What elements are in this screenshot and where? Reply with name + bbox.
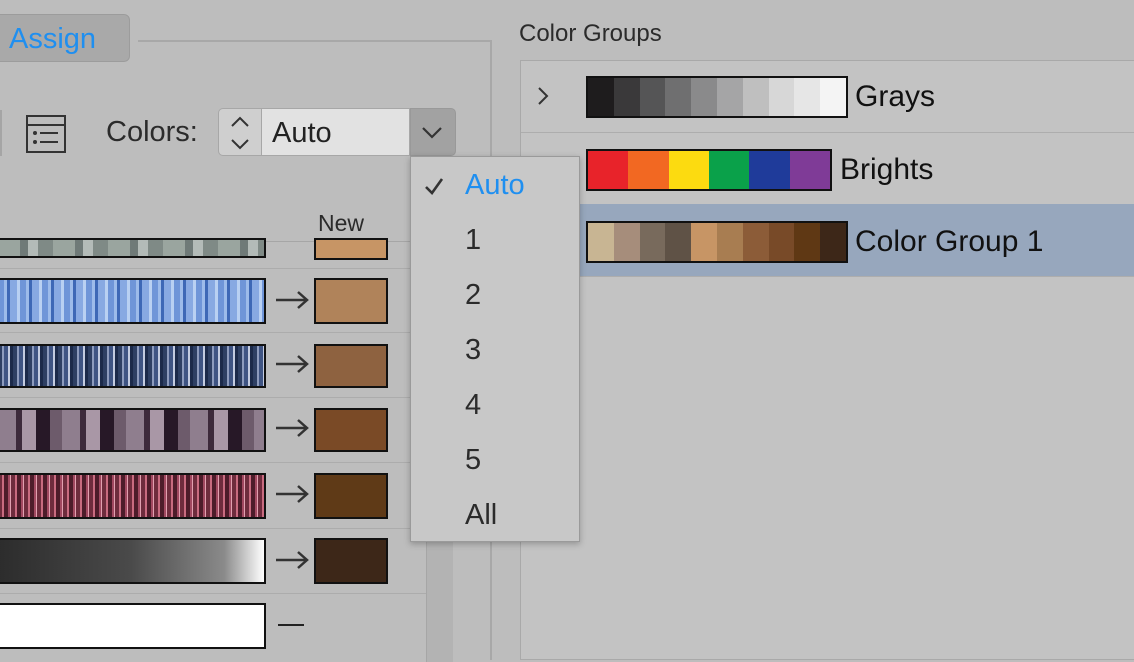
row-divider	[0, 268, 426, 269]
color-swatch[interactable]	[708, 151, 750, 189]
color-group-swatches[interactable]	[586, 76, 848, 118]
arrow-right-icon	[276, 419, 309, 437]
chevron-down-icon	[422, 127, 442, 139]
color-swatch[interactable]	[665, 78, 692, 116]
assign-tab-label: Assign	[9, 23, 97, 55]
color-groups-title: Color Groups	[519, 20, 662, 47]
color-swatch[interactable]	[716, 78, 743, 116]
current-color-bar[interactable]	[0, 603, 266, 649]
new-color-swatch[interactable]	[314, 278, 388, 324]
stepper-icon	[231, 116, 249, 150]
dropdown-option-5[interactable]: 5	[465, 444, 481, 477]
colors-select-arrow[interactable]	[410, 108, 456, 156]
checkmark-icon	[425, 178, 444, 196]
color-swatch[interactable]	[716, 223, 743, 261]
color-group-name[interactable]: Grays	[855, 80, 935, 114]
current-color-bar[interactable]	[0, 238, 266, 258]
color-swatch[interactable]	[691, 78, 717, 116]
list-view-icon[interactable]	[26, 114, 66, 154]
color-swatch[interactable]	[742, 223, 769, 261]
colors-label: Colors:	[106, 116, 198, 148]
color-swatch[interactable]	[794, 78, 821, 116]
current-color-bar[interactable]	[0, 538, 266, 584]
new-column-header: New	[318, 210, 365, 236]
color-swatch[interactable]	[749, 151, 790, 189]
color-swatch[interactable]	[588, 223, 614, 261]
color-swatch[interactable]	[789, 151, 830, 189]
color-swatch[interactable]	[691, 223, 717, 261]
color-swatch[interactable]	[668, 151, 709, 189]
colors-select-value: Auto	[272, 117, 332, 149]
color-swatch[interactable]	[820, 78, 846, 116]
row-divider	[521, 132, 1134, 133]
color-swatch[interactable]	[768, 223, 795, 261]
no-mapping-dash	[278, 624, 304, 626]
arrow-right-icon	[276, 551, 309, 569]
color-group-swatches[interactable]	[586, 221, 848, 263]
color-swatch[interactable]	[613, 78, 640, 116]
colors-dropdown-menu: Auto 1 2 3 4 5 All	[410, 156, 580, 542]
dropdown-option-1[interactable]: 1	[465, 224, 481, 257]
colors-stepper[interactable]	[218, 108, 262, 156]
color-swatch[interactable]	[613, 223, 640, 261]
dropdown-option-all[interactable]: All	[465, 499, 497, 532]
color-swatch[interactable]	[665, 223, 692, 261]
row-divider	[521, 276, 1134, 277]
chevron-right-icon[interactable]	[534, 84, 552, 108]
color-swatch[interactable]	[588, 78, 614, 116]
dropdown-option-3[interactable]: 3	[465, 334, 481, 367]
color-swatch[interactable]	[588, 151, 629, 189]
assign-tab[interactable]: Assign	[0, 14, 130, 62]
color-group-name[interactable]: Brights	[840, 153, 933, 187]
new-color-swatch[interactable]	[314, 408, 388, 452]
current-color-bar[interactable]	[0, 408, 266, 452]
colors-select[interactable]: Auto	[262, 108, 410, 156]
row-divider	[0, 593, 426, 594]
new-color-swatch[interactable]	[314, 473, 388, 519]
arrow-right-icon	[276, 291, 309, 309]
dropdown-option-auto[interactable]: Auto	[465, 169, 525, 202]
color-swatch[interactable]	[639, 223, 666, 261]
row-divider	[0, 462, 426, 463]
dropdown-option-2[interactable]: 2	[465, 279, 481, 312]
color-swatch[interactable]	[639, 78, 666, 116]
row-divider	[0, 397, 426, 398]
new-color-swatch[interactable]	[314, 238, 388, 260]
row-divider	[0, 528, 426, 529]
color-swatch[interactable]	[794, 223, 821, 261]
new-color-swatch[interactable]	[314, 538, 388, 584]
panel-border	[138, 40, 492, 42]
new-color-swatch[interactable]	[314, 344, 388, 388]
current-color-bar[interactable]	[0, 344, 266, 388]
row-divider	[0, 332, 426, 333]
color-group-name[interactable]: Color Group 1	[855, 225, 1043, 259]
dropdown-option-4[interactable]: 4	[465, 389, 481, 422]
current-color-bar[interactable]	[0, 473, 266, 519]
current-color-bar[interactable]	[0, 278, 266, 324]
arrow-right-icon	[276, 355, 309, 373]
panel-border	[490, 40, 492, 158]
color-swatch[interactable]	[742, 78, 769, 116]
arrow-right-icon	[276, 485, 309, 503]
color-swatch[interactable]	[768, 78, 795, 116]
color-group-swatches[interactable]	[586, 149, 832, 191]
color-swatch[interactable]	[628, 151, 669, 189]
toolbar-edge	[0, 110, 2, 156]
color-swatch[interactable]	[820, 223, 846, 261]
